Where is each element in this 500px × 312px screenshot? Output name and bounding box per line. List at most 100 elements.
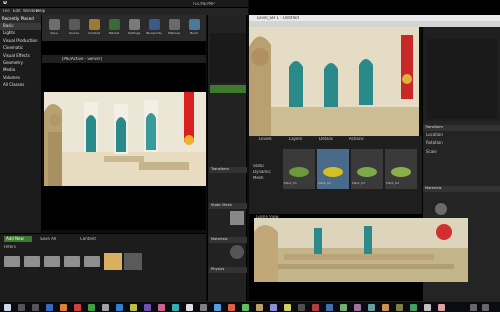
mode-visual-production[interactable]: Visual Production: [0, 38, 41, 45]
menu-edit[interactable]: Edit: [13, 9, 21, 13]
scene-viewport[interactable]: [44, 92, 206, 186]
folder-item[interactable]: [24, 256, 40, 267]
mode-all-classes[interactable]: All Classes: [0, 82, 41, 89]
app-icon[interactable]: [88, 304, 95, 311]
app-icon[interactable]: [228, 304, 235, 311]
save-all-button[interactable]: Save All: [40, 237, 56, 241]
toolbar-settings-button[interactable]: Settings: [124, 18, 144, 40]
asset-thumb[interactable]: Plant_03: [351, 149, 383, 189]
menu-help[interactable]: Help: [36, 9, 45, 13]
app-icon[interactable]: [130, 304, 137, 311]
app-icon[interactable]: [256, 304, 263, 311]
app-icon[interactable]: [116, 304, 123, 311]
toolbar-label: Save: [50, 32, 58, 35]
mode-volumes[interactable]: Volumes: [0, 75, 41, 82]
app-icon[interactable]: [46, 304, 53, 311]
viewport-letterbox-bottom: [42, 186, 206, 230]
folder-item[interactable]: [84, 256, 100, 267]
app-icon[interactable]: [410, 304, 417, 311]
asset-thumb[interactable]: Plant_02: [317, 149, 349, 189]
app-icon[interactable]: [298, 304, 305, 311]
mode-media[interactable]: Media: [0, 67, 41, 74]
filter-static[interactable]: Static: [253, 164, 264, 168]
toolbar-blueprints-button[interactable]: Blueprints: [144, 18, 164, 40]
ue-logo: U: [3, 1, 8, 6]
menu-file[interactable]: File: [3, 9, 10, 13]
right-scene-view[interactable]: [249, 27, 419, 139]
app-icon[interactable]: [214, 304, 221, 311]
tray-icon[interactable]: [482, 304, 489, 311]
folder-item[interactable]: [64, 256, 80, 267]
asset-thumbnail[interactable]: [124, 253, 142, 270]
taskview-icon[interactable]: [32, 304, 39, 311]
folder-item[interactable]: [4, 256, 20, 267]
app-icon[interactable]: [354, 304, 361, 311]
filter-dynamic[interactable]: Dynamic: [253, 170, 271, 174]
app-icon[interactable]: [284, 304, 291, 311]
game-viewport[interactable]: [254, 218, 468, 282]
app-icon[interactable]: [312, 304, 319, 311]
add-new-button[interactable]: Add New: [4, 236, 32, 242]
section-static-mesh[interactable]: Static Mesh: [209, 203, 247, 209]
mode-cinematic[interactable]: Cinematic: [0, 45, 41, 52]
toolbar-matinee-button[interactable]: Matinee: [164, 18, 184, 40]
content-path[interactable]: Content: [80, 237, 96, 241]
app-icon[interactable]: [186, 304, 193, 311]
filters-button[interactable]: Filters: [4, 245, 16, 249]
plant-icon: [323, 167, 343, 177]
app-icon[interactable]: [396, 304, 403, 311]
app-icon[interactable]: [242, 304, 249, 311]
toolbar-market-button[interactable]: Market: [104, 18, 124, 40]
add-component-button[interactable]: [210, 85, 246, 93]
section-physics[interactable]: Physics: [209, 267, 247, 273]
tab-layers[interactable]: Layers: [289, 137, 302, 141]
app-icon[interactable]: [382, 304, 389, 311]
taskbar: [0, 301, 500, 312]
tray-icon[interactable]: [470, 304, 477, 311]
app-icon[interactable]: [340, 304, 347, 311]
app-icon[interactable]: [172, 304, 179, 311]
material-sphere-icon: [435, 203, 447, 215]
mode-geometry[interactable]: Geometry: [0, 60, 41, 67]
tab-levels[interactable]: Levels: [259, 137, 272, 141]
prop-materials[interactable]: Materials: [423, 186, 500, 193]
prop-location: Location: [426, 132, 443, 137]
app-icon[interactable]: [424, 304, 431, 311]
app-icon[interactable]: [438, 304, 445, 311]
add-new-label: Add New: [6, 236, 24, 241]
asset-thumbnail[interactable]: [104, 253, 122, 270]
folder-item[interactable]: [44, 256, 60, 267]
mesh-preview-thumb: [230, 211, 244, 225]
app-icon[interactable]: [326, 304, 333, 311]
mode-basic[interactable]: Basic: [0, 23, 41, 31]
app-icon[interactable]: [74, 304, 81, 311]
toolbar-label: Matinee: [167, 32, 181, 35]
mode-visual-effects[interactable]: Visual Effects: [0, 53, 41, 60]
mode-lights[interactable]: Lights: [0, 30, 41, 37]
toolbar-label: Content: [88, 32, 100, 35]
app-icon[interactable]: [270, 304, 277, 311]
toolbar-content-button[interactable]: Content: [84, 18, 104, 40]
windows-start-icon[interactable]: [4, 304, 11, 311]
filter-mesh[interactable]: Mesh: [253, 176, 264, 180]
app-icon[interactable]: [144, 304, 151, 311]
asset-thumb[interactable]: Plant_04: [385, 149, 417, 189]
section-transform[interactable]: Transform: [209, 167, 247, 173]
toolbar-source-button[interactable]: Source: [64, 18, 84, 40]
app-icon[interactable]: [60, 304, 67, 311]
tab-actions[interactable]: Actions: [349, 137, 364, 141]
ue-title-bar: U TGCMEPMP: [0, 0, 248, 8]
app-icon[interactable]: [158, 304, 165, 311]
tab-details[interactable]: Details: [319, 137, 333, 141]
app-icon[interactable]: [368, 304, 375, 311]
scene-render: [44, 92, 206, 186]
app-icon[interactable]: [200, 304, 207, 311]
app-icon[interactable]: [102, 304, 109, 311]
toolbar-save-button[interactable]: Save: [44, 18, 64, 40]
section-materials[interactable]: Materials: [209, 237, 247, 243]
search-icon[interactable]: [18, 304, 25, 311]
prop-scale: Scale: [426, 148, 437, 154]
asset-thumb[interactable]: Plant_01: [283, 149, 315, 189]
toolbar-label: Blueprints: [146, 32, 162, 35]
toolbar-build-button[interactable]: Build: [184, 18, 204, 40]
